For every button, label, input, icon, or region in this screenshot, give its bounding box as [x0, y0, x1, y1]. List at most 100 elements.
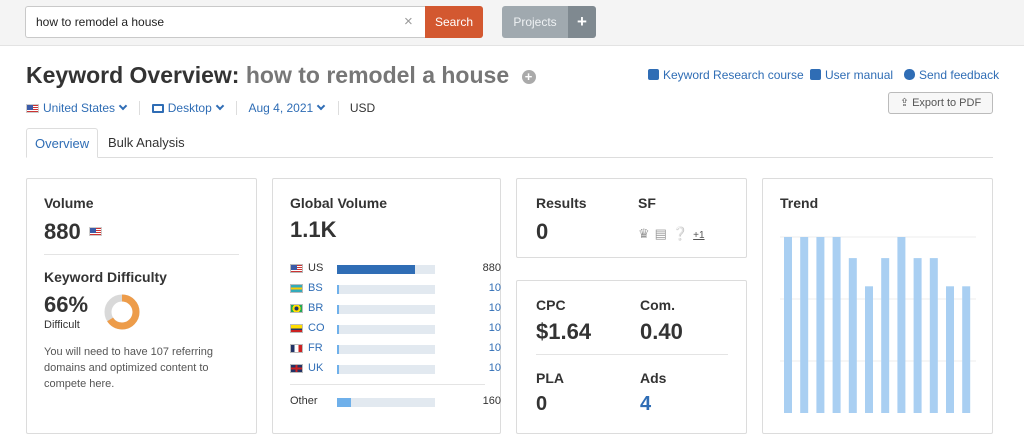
trend-bar[interactable]: [848, 258, 857, 413]
results-value: 0: [536, 219, 549, 244]
projects-button[interactable]: Projects: [502, 6, 568, 38]
keyword-difficulty-level: Difficult: [44, 319, 80, 331]
chat-icon: [904, 69, 915, 80]
volume-bar-track: [337, 265, 435, 274]
volume-bar-track: [337, 325, 435, 334]
sf-more-link[interactable]: +1: [693, 230, 704, 241]
clear-icon[interactable]: ×: [404, 13, 413, 30]
desktop-icon: [151, 104, 164, 113]
tab-overview[interactable]: Overview: [26, 128, 99, 158]
sf-label: SF: [638, 195, 656, 211]
trend-bar[interactable]: [800, 237, 809, 413]
user-manual-link[interactable]: User manual: [810, 68, 893, 82]
country-row-other: Other 160: [290, 395, 501, 409]
country-row-bs[interactable]: BS 10: [290, 282, 501, 296]
export-icon: ⇪: [899, 97, 910, 109]
currency-label: USD: [349, 101, 376, 115]
us-flag-icon: [88, 227, 102, 236]
export-pdf-button[interactable]: ⇪ Export to PDF: [888, 92, 993, 114]
device-label: Desktop: [167, 101, 212, 115]
volume-bar-fill: [337, 265, 416, 274]
filter-bar: United States Desktop Aug 4, 2021 USD: [26, 101, 375, 115]
keyword-difficulty-label: Keyword Difficulty: [44, 269, 167, 285]
pla-value: 0: [536, 393, 548, 415]
pla-label: PLA: [536, 370, 564, 386]
country-row-us[interactable]: US 880: [290, 262, 501, 276]
country-row-br[interactable]: BR 10: [290, 302, 501, 316]
device-select[interactable]: Desktop: [151, 101, 225, 115]
country-volume: 880: [482, 262, 501, 274]
trend-bar[interactable]: [865, 286, 873, 413]
volume-number: 880: [44, 219, 81, 244]
cpc-card: CPC $1.64 Com. 0.40 PLA 0 Ads 4: [516, 280, 747, 434]
country-row-uk[interactable]: UK 10: [290, 362, 501, 376]
cpc-label: CPC: [536, 297, 566, 313]
country-row-fr[interactable]: FR 10: [290, 342, 501, 356]
date-label: Aug 4, 2021: [248, 101, 314, 115]
trend-chart: [780, 236, 976, 413]
country-code: US: [308, 262, 324, 274]
country-row-co[interactable]: CO 10: [290, 322, 501, 336]
trend-bar[interactable]: [897, 237, 906, 413]
volume-bar-fill: [337, 365, 339, 374]
country-volume: 10: [488, 342, 501, 354]
search-input[interactable]: [26, 7, 398, 37]
country-select[interactable]: United States: [26, 101, 128, 115]
country-code: BS: [308, 282, 323, 294]
top-bar: × Search Projects +: [0, 0, 1024, 46]
global-volume-card: Global Volume 1.1K US 880 BS 10 BR 10 CO…: [272, 178, 501, 434]
add-keyword-icon[interactable]: +: [521, 69, 536, 84]
question-icon: ❔: [671, 226, 689, 241]
trend-bar[interactable]: [913, 258, 922, 413]
trend-label: Trend: [780, 195, 819, 211]
country-volume: 10: [488, 322, 501, 334]
country-label: United States: [43, 101, 116, 115]
volume-bar-track: [337, 398, 435, 407]
country-code: FR: [308, 342, 323, 354]
tab-bulk-analysis[interactable]: Bulk Analysis: [100, 128, 193, 158]
cpc-value: $1.64: [536, 319, 592, 344]
results-label: Results: [536, 195, 587, 211]
country-volume: 10: [488, 302, 501, 314]
global-volume-value: 1.1K: [290, 217, 337, 242]
other-label: Other: [290, 395, 318, 407]
volume-card: Volume 880 Keyword Difficulty 66% Diffic…: [26, 178, 257, 434]
volume-bar-fill: [337, 285, 339, 294]
bs-flag-icon: [290, 284, 303, 293]
crown-icon: ♛: [638, 226, 650, 241]
keyword-title: how to remodel a house: [245, 62, 510, 88]
volume-bar-track: [337, 305, 435, 314]
chevron-down-icon: [215, 101, 225, 111]
add-project-button[interactable]: +: [568, 6, 596, 38]
ads-value[interactable]: 4: [640, 393, 651, 416]
results-card: Results 0 SF ♛ ▤ ❔ +1: [516, 178, 747, 258]
volume-bar-fill: [337, 345, 339, 354]
trend-bar[interactable]: [929, 258, 938, 413]
search-box: ×: [25, 6, 425, 38]
search-button[interactable]: Search: [425, 6, 483, 38]
country-code: UK: [308, 362, 324, 374]
page-title-label: Keyword Overview:: [26, 62, 240, 88]
country-code: CO: [308, 322, 325, 334]
other-volume: 160: [482, 395, 501, 407]
trend-bar[interactable]: [784, 237, 792, 413]
trend-bar[interactable]: [962, 286, 971, 413]
send-feedback-link[interactable]: Send feedback: [904, 68, 999, 82]
chevron-down-icon: [316, 101, 326, 111]
us-flag-icon: [290, 264, 303, 273]
trend-bar[interactable]: [816, 237, 825, 413]
ads-label: Ads: [640, 370, 667, 386]
date-select[interactable]: Aug 4, 2021: [248, 101, 326, 115]
trend-bar[interactable]: [832, 237, 841, 413]
volume-bar-fill: [337, 325, 339, 334]
us-flag-icon: [26, 104, 39, 113]
course-link[interactable]: Keyword Research course: [648, 68, 804, 82]
uk-flag-icon: [290, 364, 303, 373]
trend-bar[interactable]: [946, 286, 954, 413]
co-flag-icon: [290, 324, 303, 333]
com-value: 0.40: [640, 319, 683, 344]
trend-bar[interactable]: [881, 258, 890, 413]
volume-bar-fill: [337, 398, 351, 407]
country-volume: 10: [488, 362, 501, 374]
volume-label: Volume: [44, 195, 94, 211]
